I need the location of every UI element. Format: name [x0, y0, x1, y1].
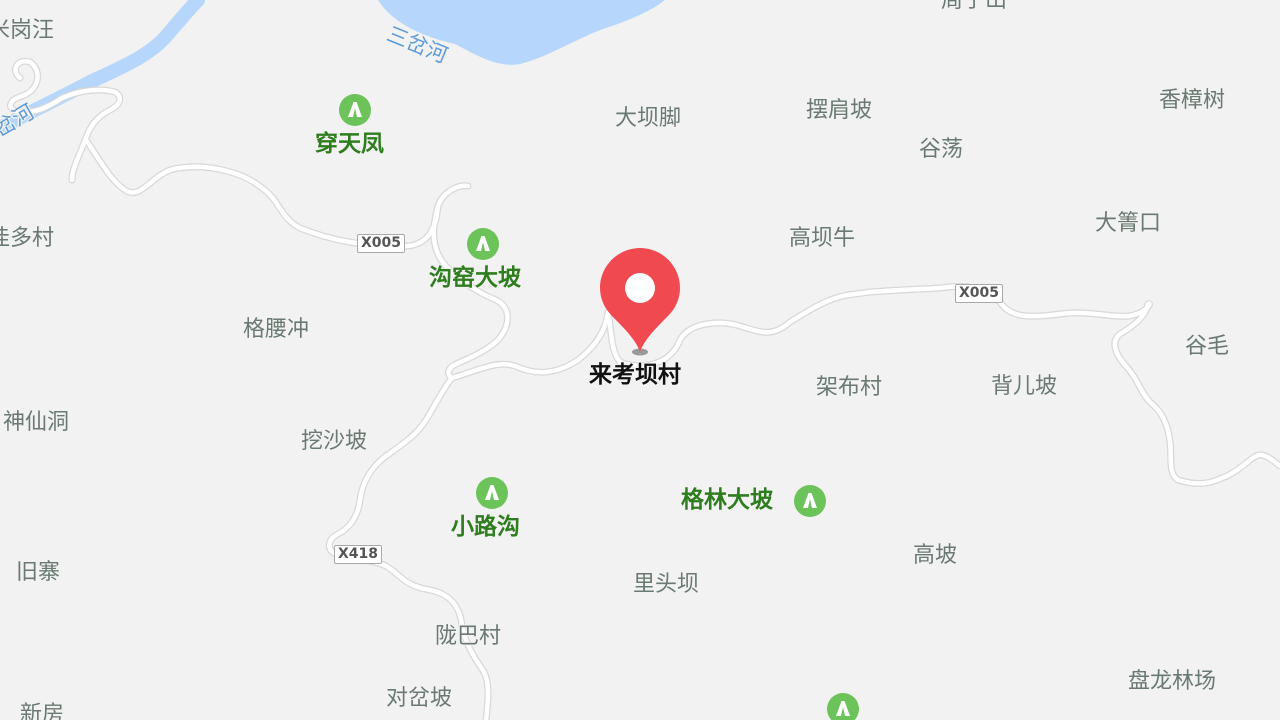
- place-label[interactable]: 周子山: [941, 0, 1007, 14]
- place-label[interactable]: 里头坝: [633, 572, 699, 598]
- place-label[interactable]: 大坝脚: [615, 106, 681, 132]
- road-shield-x005-east: X005: [955, 284, 1004, 303]
- place-label[interactable]: 陇巴村: [435, 624, 501, 650]
- place-label[interactable]: 米岗汪: [0, 18, 54, 44]
- place-label[interactable]: 架布村: [816, 375, 882, 401]
- mountain-icon[interactable]: [794, 485, 826, 517]
- mountain-icon[interactable]: [339, 94, 371, 126]
- peak-label-gouyao-dapo[interactable]: 沟窑大坡: [429, 265, 521, 291]
- place-label[interactable]: 盘龙林场: [1128, 669, 1216, 695]
- peak-label-chuantianfeng[interactable]: 穿天凤: [315, 131, 384, 157]
- mountain-icon[interactable]: [476, 477, 508, 509]
- road-shield-x005-west: X005: [357, 234, 406, 253]
- place-label[interactable]: 神仙洞: [3, 410, 69, 436]
- peak-label-xiaolugou[interactable]: 小路沟: [451, 514, 520, 540]
- place-label[interactable]: 旧寨: [16, 560, 60, 586]
- road-layer: [10, 61, 1280, 720]
- place-label[interactable]: 挖沙坡: [301, 429, 367, 455]
- place-label[interactable]: 谷荡: [919, 137, 963, 163]
- marker-title[interactable]: 来考坝村: [589, 362, 681, 388]
- place-label[interactable]: 大箐口: [1095, 211, 1161, 237]
- place-label[interactable]: 洼多村: [0, 226, 54, 252]
- location-pin-icon[interactable]: [598, 246, 682, 360]
- place-label[interactable]: 摆肩坡: [806, 98, 872, 124]
- map-view[interactable]: 三岔河 岔河 X005 X005 X418 穿天凤 沟窑大坡 小路沟 格林大坡 …: [0, 0, 1280, 720]
- place-label[interactable]: 高坡: [913, 543, 957, 569]
- place-label[interactable]: 香樟树: [1159, 88, 1225, 114]
- road-shield-x418: X418: [334, 545, 383, 564]
- place-label[interactable]: 高坝牛: [789, 226, 855, 252]
- mountain-icon[interactable]: [827, 693, 859, 720]
- place-label[interactable]: 格腰冲: [243, 317, 309, 343]
- road-casing-layer: [7, 57, 1280, 720]
- place-label[interactable]: 谷毛: [1185, 334, 1229, 360]
- peak-label-gelin-dapo[interactable]: 格林大坡: [681, 487, 773, 513]
- water-layer: [0, 0, 665, 135]
- place-label[interactable]: 背儿坡: [991, 374, 1057, 400]
- mountain-icon[interactable]: [467, 228, 499, 260]
- place-label[interactable]: 对岔坡: [386, 686, 452, 712]
- place-label[interactable]: 新房: [20, 702, 64, 720]
